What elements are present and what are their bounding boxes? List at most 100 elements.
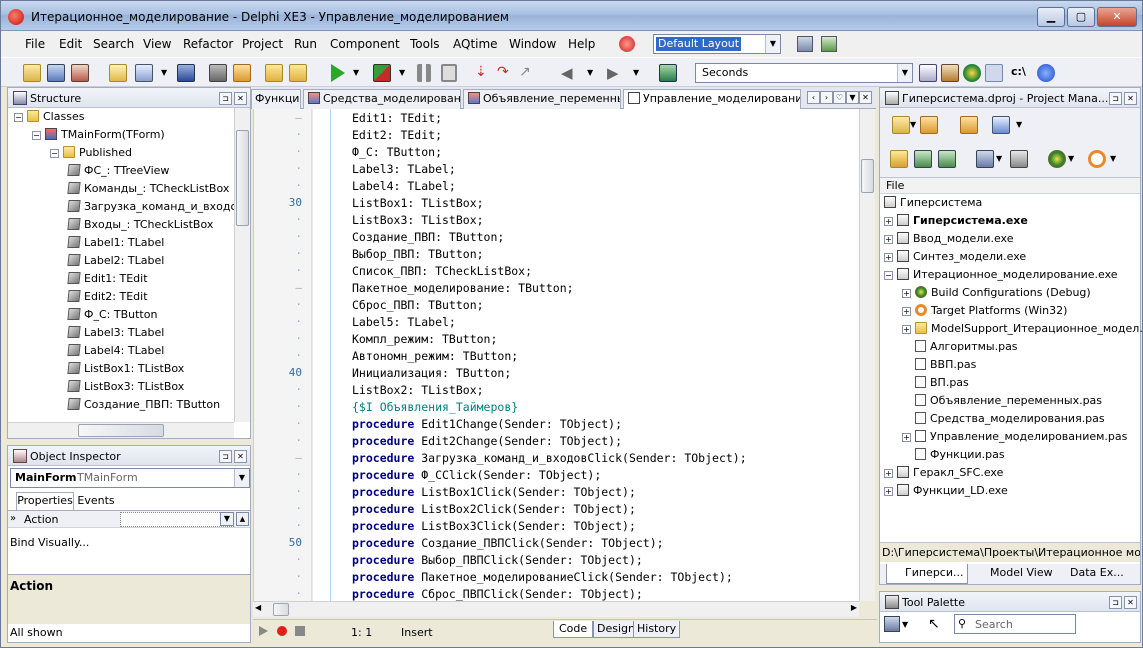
structure-item[interactable]: − Classes <box>14 110 84 128</box>
play-macro-icon[interactable] <box>259 626 268 636</box>
forward-arrow-icon[interactable]: ▶ <box>607 64 619 82</box>
code-line[interactable]: procedure Создание_ПВПClick(Sender: TObj… <box>352 536 664 550</box>
tab-history[interactable]: History <box>633 621 681 638</box>
structure-scrollbar-v[interactable] <box>234 108 250 422</box>
step-over-icon[interactable]: ↷ <box>497 64 511 82</box>
project-item[interactable]: + Управление_моделированием.pas <box>902 430 1127 448</box>
close-icon[interactable]: ✕ <box>234 450 247 463</box>
structure-item[interactable]: Label4: TLabel <box>67 344 164 362</box>
save-desktop-icon[interactable] <box>797 36 813 52</box>
code-line[interactable]: Список_ПВП: TCheckListBox; <box>352 264 532 278</box>
bind-visually-link[interactable]: Bind Visually... <box>10 536 89 549</box>
add-icon[interactable] <box>960 116 978 134</box>
sync-icon[interactable] <box>890 150 908 168</box>
save-icon[interactable] <box>177 64 195 82</box>
code-line[interactable]: procedure Загрузка_команд_и_входовClick(… <box>352 451 747 465</box>
close-icon[interactable]: ✕ <box>1124 596 1137 609</box>
code-line[interactable]: Сброс_ПВП: TButton; <box>352 298 484 312</box>
expand-icon[interactable]: + <box>884 253 893 262</box>
structure-item[interactable]: Ф_С: TButton <box>67 308 157 326</box>
project-item[interactable]: Алгоритмы.pas <box>902 340 1018 358</box>
menu-help[interactable]: Help <box>568 37 595 51</box>
chevron-down-icon[interactable]: ▼ <box>1016 120 1022 129</box>
chevron-down-icon[interactable]: ▼ <box>161 68 167 77</box>
delphi-app-icon[interactable] <box>8 9 24 25</box>
save-all-icon[interactable] <box>209 64 227 82</box>
chevron-down-icon[interactable]: ▼ <box>220 512 234 526</box>
code-editor[interactable]: – · · · · 30 · · · · – · · · · 40 · · · · – · · · · 50 · · · Edit1: … <box>253 109 875 601</box>
open-icon[interactable] <box>135 64 153 82</box>
code-line[interactable]: ListBox1: TListBox; <box>352 196 484 210</box>
chevron-down-icon[interactable]: ▼ <box>633 68 639 77</box>
run-without-debug-icon[interactable] <box>373 64 391 82</box>
sort-icon[interactable] <box>976 150 994 168</box>
scroll-thumb[interactable] <box>273 603 289 616</box>
open-project-icon[interactable] <box>47 64 65 82</box>
collapse-all-icon[interactable] <box>938 150 956 168</box>
embarcadero-icon[interactable] <box>619 36 635 52</box>
structure-item[interactable]: − Published <box>50 146 132 164</box>
build-icon[interactable] <box>1010 150 1028 168</box>
pin-icon[interactable]: ⊐ <box>1109 596 1122 609</box>
collapse-icon[interactable]: − <box>884 271 893 280</box>
menu-file[interactable]: File <box>25 37 45 51</box>
project-item[interactable]: Средства_моделирования.pas <box>902 412 1105 430</box>
chevron-down-icon[interactable]: ▼ <box>587 68 593 77</box>
tab-upravlenie[interactable]: Управление_моделированием <box>623 89 801 110</box>
activate-icon[interactable] <box>892 116 910 134</box>
reopen-icon[interactable] <box>71 64 89 82</box>
structure-item[interactable]: Label1: TLabel <box>67 236 164 254</box>
close-icon[interactable]: ✕ <box>1124 92 1137 105</box>
tab-sredstva[interactable]: Средства_моделирования <box>303 89 461 109</box>
trace-into-icon[interactable]: ⇣ <box>475 64 489 82</box>
collapse-icon[interactable]: − <box>14 113 23 122</box>
code-line[interactable]: Ф_С: TButton; <box>352 145 442 159</box>
aqtime-report-icon[interactable] <box>919 64 937 82</box>
structure-item[interactable]: Создание_ПВП: TButton <box>67 398 220 416</box>
code-line[interactable]: Edit2: TEdit; <box>352 128 442 142</box>
maximize-button[interactable]: ▢ <box>1067 7 1095 27</box>
tab-left-icon[interactable]: ‹ <box>807 91 820 104</box>
palette-search[interactable]: ⚲ Search <box>954 614 1076 634</box>
structure-item[interactable]: Edit2: TEdit <box>67 290 148 308</box>
seconds-combo[interactable]: Seconds ▼ <box>695 63 913 83</box>
tab-project[interactable]: Гиперси... <box>886 564 968 584</box>
tab-right-icon[interactable]: › <box>820 91 833 104</box>
tab-events[interactable]: Events <box>74 493 118 510</box>
stop-icon[interactable] <box>441 64 457 82</box>
object-selector[interactable]: MainForm TMainForm ▼ <box>10 468 250 488</box>
editor-scrollbar-h[interactable]: ◀ ▶ <box>253 601 859 617</box>
record-macro-icon[interactable] <box>277 626 287 636</box>
project-item[interactable]: ВВП.pas <box>902 358 976 376</box>
chevron-down-icon[interactable]: ▼ <box>234 469 249 487</box>
view-icon[interactable] <box>992 116 1010 134</box>
pointer-icon[interactable]: ↖ <box>928 616 940 632</box>
code-line[interactable]: Компл_режим: TButton; <box>352 332 497 346</box>
code-line[interactable]: procedure Сброс_ПВПClick(Sender: TObject… <box>352 587 643 601</box>
globe-icon[interactable] <box>963 64 981 82</box>
project-item[interactable]: Функции.pas <box>902 448 1005 466</box>
project-item[interactable]: + Target Platforms (Win32) <box>902 304 1067 322</box>
code-line[interactable]: Label5: TLabel; <box>352 315 456 329</box>
build-config-icon[interactable] <box>1048 150 1066 168</box>
expand-icon[interactable]: » <box>10 513 16 524</box>
menu-run[interactable]: Run <box>294 37 317 51</box>
project-item[interactable]: ВП.pas <box>902 376 969 394</box>
menu-project[interactable]: Project <box>242 37 283 51</box>
code-line[interactable]: {$I Объявления_Таймеров} <box>352 400 518 414</box>
pin-icon[interactable]: ⊐ <box>219 92 232 105</box>
expand-icon[interactable]: + <box>884 217 893 226</box>
code-line[interactable]: procedure ListBox3Click(Sender: TObject)… <box>352 519 636 533</box>
code-line[interactable]: procedure ListBox2Click(Sender: TObject)… <box>352 502 636 516</box>
menu-view[interactable]: View <box>143 37 171 51</box>
project-item[interactable]: + Build Configurations (Debug) <box>902 286 1091 304</box>
close-icon[interactable]: ✕ <box>234 92 247 105</box>
pin-icon[interactable]: ⊐ <box>1109 92 1122 105</box>
chevron-down-icon[interactable]: ▼ <box>353 68 359 77</box>
chevron-down-icon[interactable]: ▼ <box>1110 154 1116 163</box>
file-column-header[interactable]: File <box>880 178 1140 194</box>
tab-obyavlenie[interactable]: Объявление_переменных <box>463 89 621 109</box>
menu-refactor[interactable]: Refactor <box>183 37 233 51</box>
code-line[interactable]: procedure Пакетное_моделированиеClick(Se… <box>352 570 733 584</box>
chevron-down-icon[interactable]: ▼ <box>897 64 912 82</box>
